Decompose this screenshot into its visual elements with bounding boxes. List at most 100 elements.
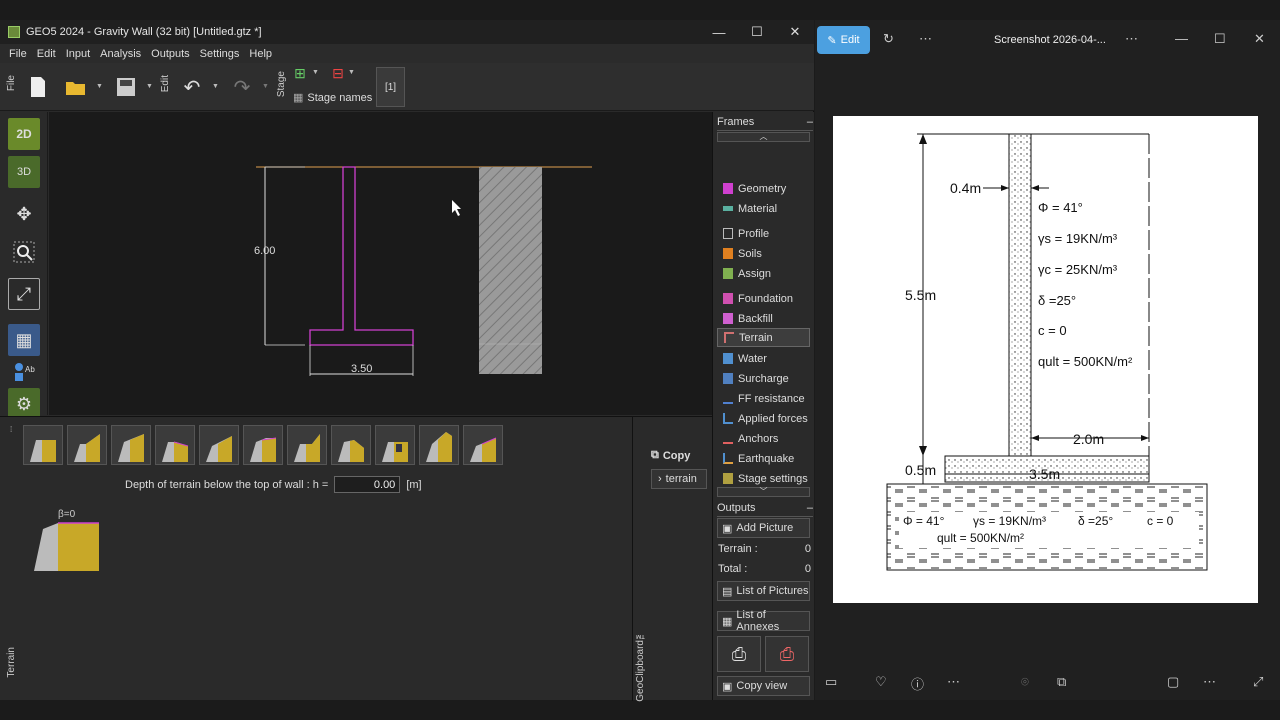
scroll-down-button[interactable]: ﹀ — [717, 487, 810, 497]
redo-icon[interactable]: ↷ — [228, 73, 256, 101]
paste-terrain-button[interactable]: › terrain — [651, 469, 707, 489]
minimize-button[interactable]: — — [700, 25, 738, 40]
terrain-type-8[interactable] — [331, 425, 371, 465]
title-more-icon[interactable]: ⋯ — [1125, 31, 1138, 47]
list-annexes-button[interactable]: ▦ List of Annexes — [717, 609, 810, 633]
bottom-more-icon[interactable]: ⋯ — [947, 674, 960, 690]
frame-assign[interactable]: Assign — [717, 264, 810, 283]
menu-input[interactable]: Input — [61, 48, 95, 60]
menu-help[interactable]: Help — [244, 48, 277, 60]
save-dropdown-icon[interactable]: ▼ — [146, 83, 153, 90]
view-3d-button[interactable]: 3D — [8, 156, 40, 188]
stage-names-button[interactable]: ▦ Stage names — [293, 91, 372, 105]
pin-icon[interactable]: ⁞ — [10, 425, 12, 434]
menu-settings[interactable]: Settings — [195, 48, 245, 60]
photos-window: ✎ Edit ↻ ⋯ Screenshot 2026-04-... ⋯ — ☐ ✕ — [815, 20, 1280, 700]
terrain-icon — [724, 332, 734, 343]
frame-profile[interactable]: Profile — [717, 224, 810, 243]
terrain-type-11[interactable] — [463, 425, 503, 465]
terrain-type-sloped[interactable] — [67, 425, 107, 465]
edit-icon: ✎ — [827, 34, 837, 47]
collapse-icon[interactable]: – — [807, 502, 813, 514]
sketch-drawing: 0.4m 5.5m Φ = 41° γs = 19KN/m³ γc = 25KN… — [886, 133, 1208, 571]
rotate-icon[interactable]: ↻ — [883, 31, 894, 47]
style-settings-icon[interactable]: Ab — [8, 356, 40, 388]
terrain-type-slope-limited[interactable] — [111, 425, 151, 465]
scroll-up-button[interactable]: ︿ — [717, 132, 810, 142]
zoom-more-icon[interactable]: ⋯ — [1203, 674, 1216, 690]
frame-foundation[interactable]: Foundation — [717, 289, 810, 308]
frame-anchors[interactable]: Anchors — [717, 429, 810, 448]
copy-view-button[interactable]: ▣ Copy view — [717, 676, 810, 696]
copy-button[interactable]: ⧉ Copy — [651, 449, 690, 462]
more-options-icon[interactable]: ⋯ — [919, 31, 932, 47]
foundation-icon — [723, 293, 733, 304]
undo-dropdown-icon[interactable]: ▼ — [212, 83, 219, 90]
terrain-type-7[interactable] — [287, 425, 327, 465]
sketch-heel-width: 2.0m — [1073, 431, 1104, 447]
list-pictures-button[interactable]: ▤ List of Pictures — [717, 581, 810, 601]
terrain-type-broken[interactable] — [155, 425, 195, 465]
new-file-icon[interactable] — [24, 73, 52, 101]
frame-applied-forces[interactable]: Applied forces — [717, 409, 810, 428]
terrain-type-5[interactable] — [199, 425, 239, 465]
frame-ff-resistance[interactable]: FF resistance — [717, 389, 810, 408]
menu-file[interactable]: File — [4, 48, 32, 60]
maximize-button[interactable]: ☐ — [738, 24, 776, 40]
frame-geometry[interactable]: Geometry — [717, 179, 810, 198]
redo-dropdown-icon[interactable]: ▼ — [262, 83, 269, 90]
terrain-type-10[interactable] — [419, 425, 459, 465]
terrain-type-9[interactable] — [375, 425, 415, 465]
undo-icon[interactable]: ↶ — [178, 73, 206, 101]
pan-icon[interactable]: ✥ — [8, 198, 40, 230]
filmstrip-icon[interactable]: ▭ — [825, 674, 837, 690]
drawing-canvas[interactable]: 6.00 3.50 — [49, 112, 712, 415]
menu-analysis[interactable]: Analysis — [95, 48, 146, 60]
copy-text-icon[interactable]: ⧉ — [1057, 674, 1066, 690]
collapse-icon[interactable]: – — [807, 116, 813, 128]
terrain-type-6[interactable] — [243, 425, 283, 465]
close-button[interactable]: ✕ — [776, 24, 814, 40]
stage-1-button[interactable]: [1] — [376, 67, 405, 107]
maximize-icon[interactable]: ☐ — [1214, 31, 1226, 47]
menu-edit[interactable]: Edit — [32, 48, 61, 60]
favorite-heart-icon[interactable]: ♡ — [875, 674, 887, 690]
frame-terrain[interactable]: Terrain — [717, 328, 810, 347]
print-icon[interactable]: ⎙ — [717, 636, 761, 672]
remove-stage-icon[interactable]: ⊟ — [328, 63, 348, 83]
add-stage-icon[interactable]: ⊞ — [290, 63, 310, 83]
view-2d-button[interactable]: 2D — [8, 118, 40, 150]
fullscreen-icon[interactable]: ⤢ — [1253, 674, 1263, 690]
close-icon[interactable]: ✕ — [1254, 31, 1265, 47]
frame-material[interactable]: Material — [717, 199, 810, 218]
terrain-preview — [34, 522, 99, 571]
depth-input[interactable] — [334, 476, 401, 493]
frame-surcharge[interactable]: Surcharge — [717, 369, 810, 388]
print-pdf-icon[interactable]: ⎙ — [765, 636, 809, 672]
save-icon[interactable] — [112, 73, 140, 101]
frame-earthquake[interactable]: Earthquake — [717, 449, 810, 468]
info-icon[interactable]: ⓘ — [911, 674, 924, 693]
fit-view-icon[interactable]: ⤢ — [8, 278, 40, 310]
open-folder-icon[interactable] — [62, 73, 90, 101]
title-bar: GEO5 2024 - Gravity Wall (32 bit) [Untit… — [0, 20, 814, 44]
minimize-icon[interactable]: — — [1175, 31, 1188, 46]
soil-hatch — [479, 167, 542, 374]
frame-stage-settings[interactable]: Stage settings — [717, 469, 810, 488]
zoom-icon[interactable] — [8, 236, 40, 268]
add-stage-dropdown-icon[interactable]: ▼ — [312, 69, 319, 76]
frame-soils[interactable]: Soils — [717, 244, 810, 263]
open-dropdown-icon[interactable]: ▼ — [96, 83, 103, 90]
remove-stage-dropdown-icon[interactable]: ▼ — [348, 69, 355, 76]
menu-outputs[interactable]: Outputs — [146, 48, 195, 60]
chevron-right-icon: › — [658, 473, 662, 485]
add-picture-button[interactable]: ▣ Add Picture — [717, 518, 810, 538]
frame-water[interactable]: Water — [717, 349, 810, 368]
fit-window-icon[interactable]: ▢ — [1167, 674, 1179, 690]
edit-button[interactable]: ✎ Edit — [817, 26, 870, 54]
visual-search-icon[interactable]: ⌾ — [1021, 674, 1029, 690]
terrain-type-horizontal[interactable] — [23, 425, 63, 465]
soils-icon — [723, 248, 733, 259]
table-icon[interactable]: ▦ — [8, 324, 40, 356]
frame-backfill[interactable]: Backfill — [717, 309, 810, 328]
